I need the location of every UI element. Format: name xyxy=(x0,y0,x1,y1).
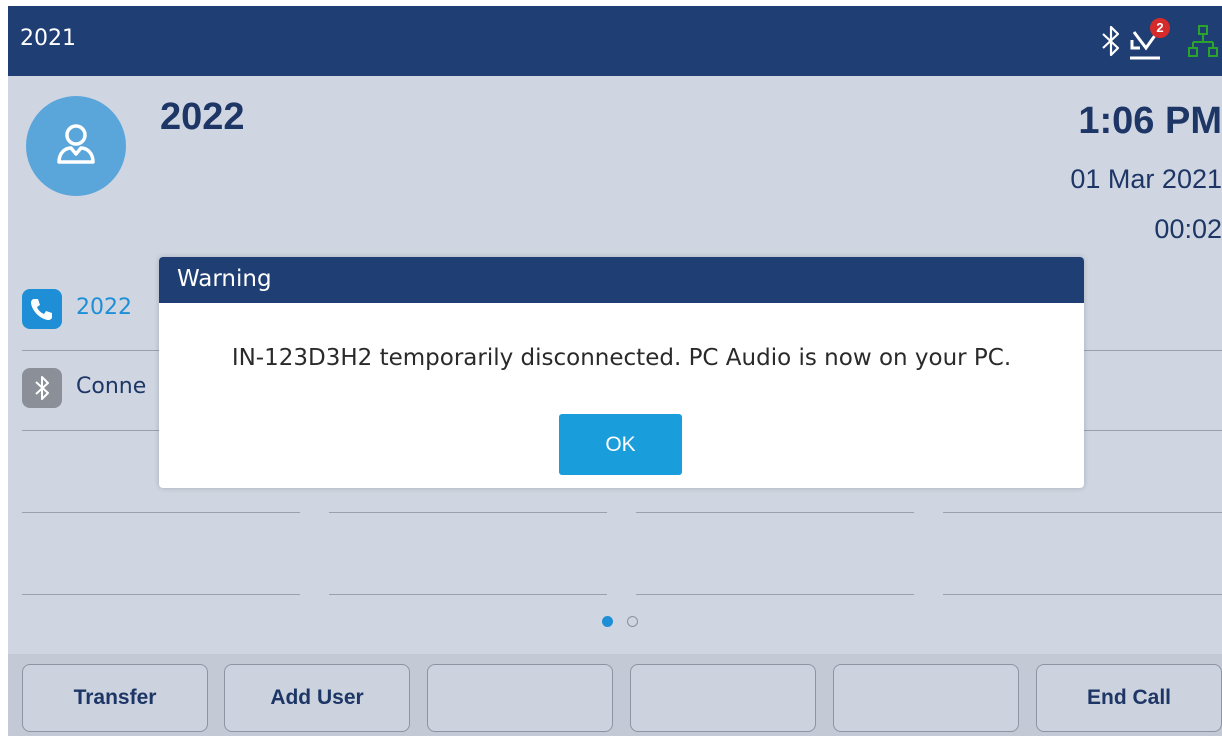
empty-softkey-5[interactable] xyxy=(833,664,1019,732)
softkey-bar: Transfer Add User End Call xyxy=(8,654,1222,736)
divider xyxy=(943,594,1222,595)
divider xyxy=(943,512,1222,513)
dialog-title: Warning xyxy=(177,266,272,292)
voicemail-icon[interactable]: 2 xyxy=(1128,18,1170,68)
extension-label: 2021 xyxy=(20,26,76,51)
divider xyxy=(22,512,300,513)
line-key-label: Conne xyxy=(76,374,147,399)
divider xyxy=(22,594,300,595)
phone-icon xyxy=(22,289,62,329)
divider xyxy=(329,594,607,595)
caller-name: 2022 xyxy=(160,96,245,138)
divider xyxy=(636,512,914,513)
divider xyxy=(329,512,607,513)
dialog-header: Warning xyxy=(159,257,1084,303)
call-duration: 00:02 xyxy=(1154,214,1222,244)
divider xyxy=(636,594,914,595)
add-user-softkey[interactable]: Add User xyxy=(224,664,410,732)
voicemail-count-badge: 2 xyxy=(1150,18,1170,38)
user-icon xyxy=(57,124,95,164)
phone-screen: 2021 2 2022 1:06 PM 01 Mar 2021 00:02 20… xyxy=(8,6,1222,736)
line-key-label: 2022 xyxy=(76,295,132,320)
ok-button[interactable]: OK xyxy=(559,414,682,475)
end-call-softkey[interactable]: End Call xyxy=(1036,664,1222,732)
transfer-softkey[interactable]: Transfer xyxy=(22,664,208,732)
current-date: 01 Mar 2021 xyxy=(1070,164,1222,194)
warning-dialog: Warning IN-123D3H2 temporarily disconnec… xyxy=(159,257,1084,488)
empty-softkey-4[interactable] xyxy=(630,664,816,732)
bluetooth-icon xyxy=(22,368,62,408)
dialog-message: IN-123D3H2 temporarily disconnected. PC … xyxy=(231,345,1012,371)
empty-softkey-3[interactable] xyxy=(427,664,613,732)
network-icon xyxy=(1188,24,1218,64)
page-indicator xyxy=(602,616,642,628)
page-dot-active[interactable] xyxy=(602,616,613,627)
bluetooth-icon xyxy=(1100,24,1122,62)
clock-time: 1:06 PM xyxy=(1078,100,1222,142)
page-dot[interactable] xyxy=(627,616,638,627)
status-bar: 2021 2 xyxy=(8,6,1222,76)
avatar xyxy=(26,96,126,196)
